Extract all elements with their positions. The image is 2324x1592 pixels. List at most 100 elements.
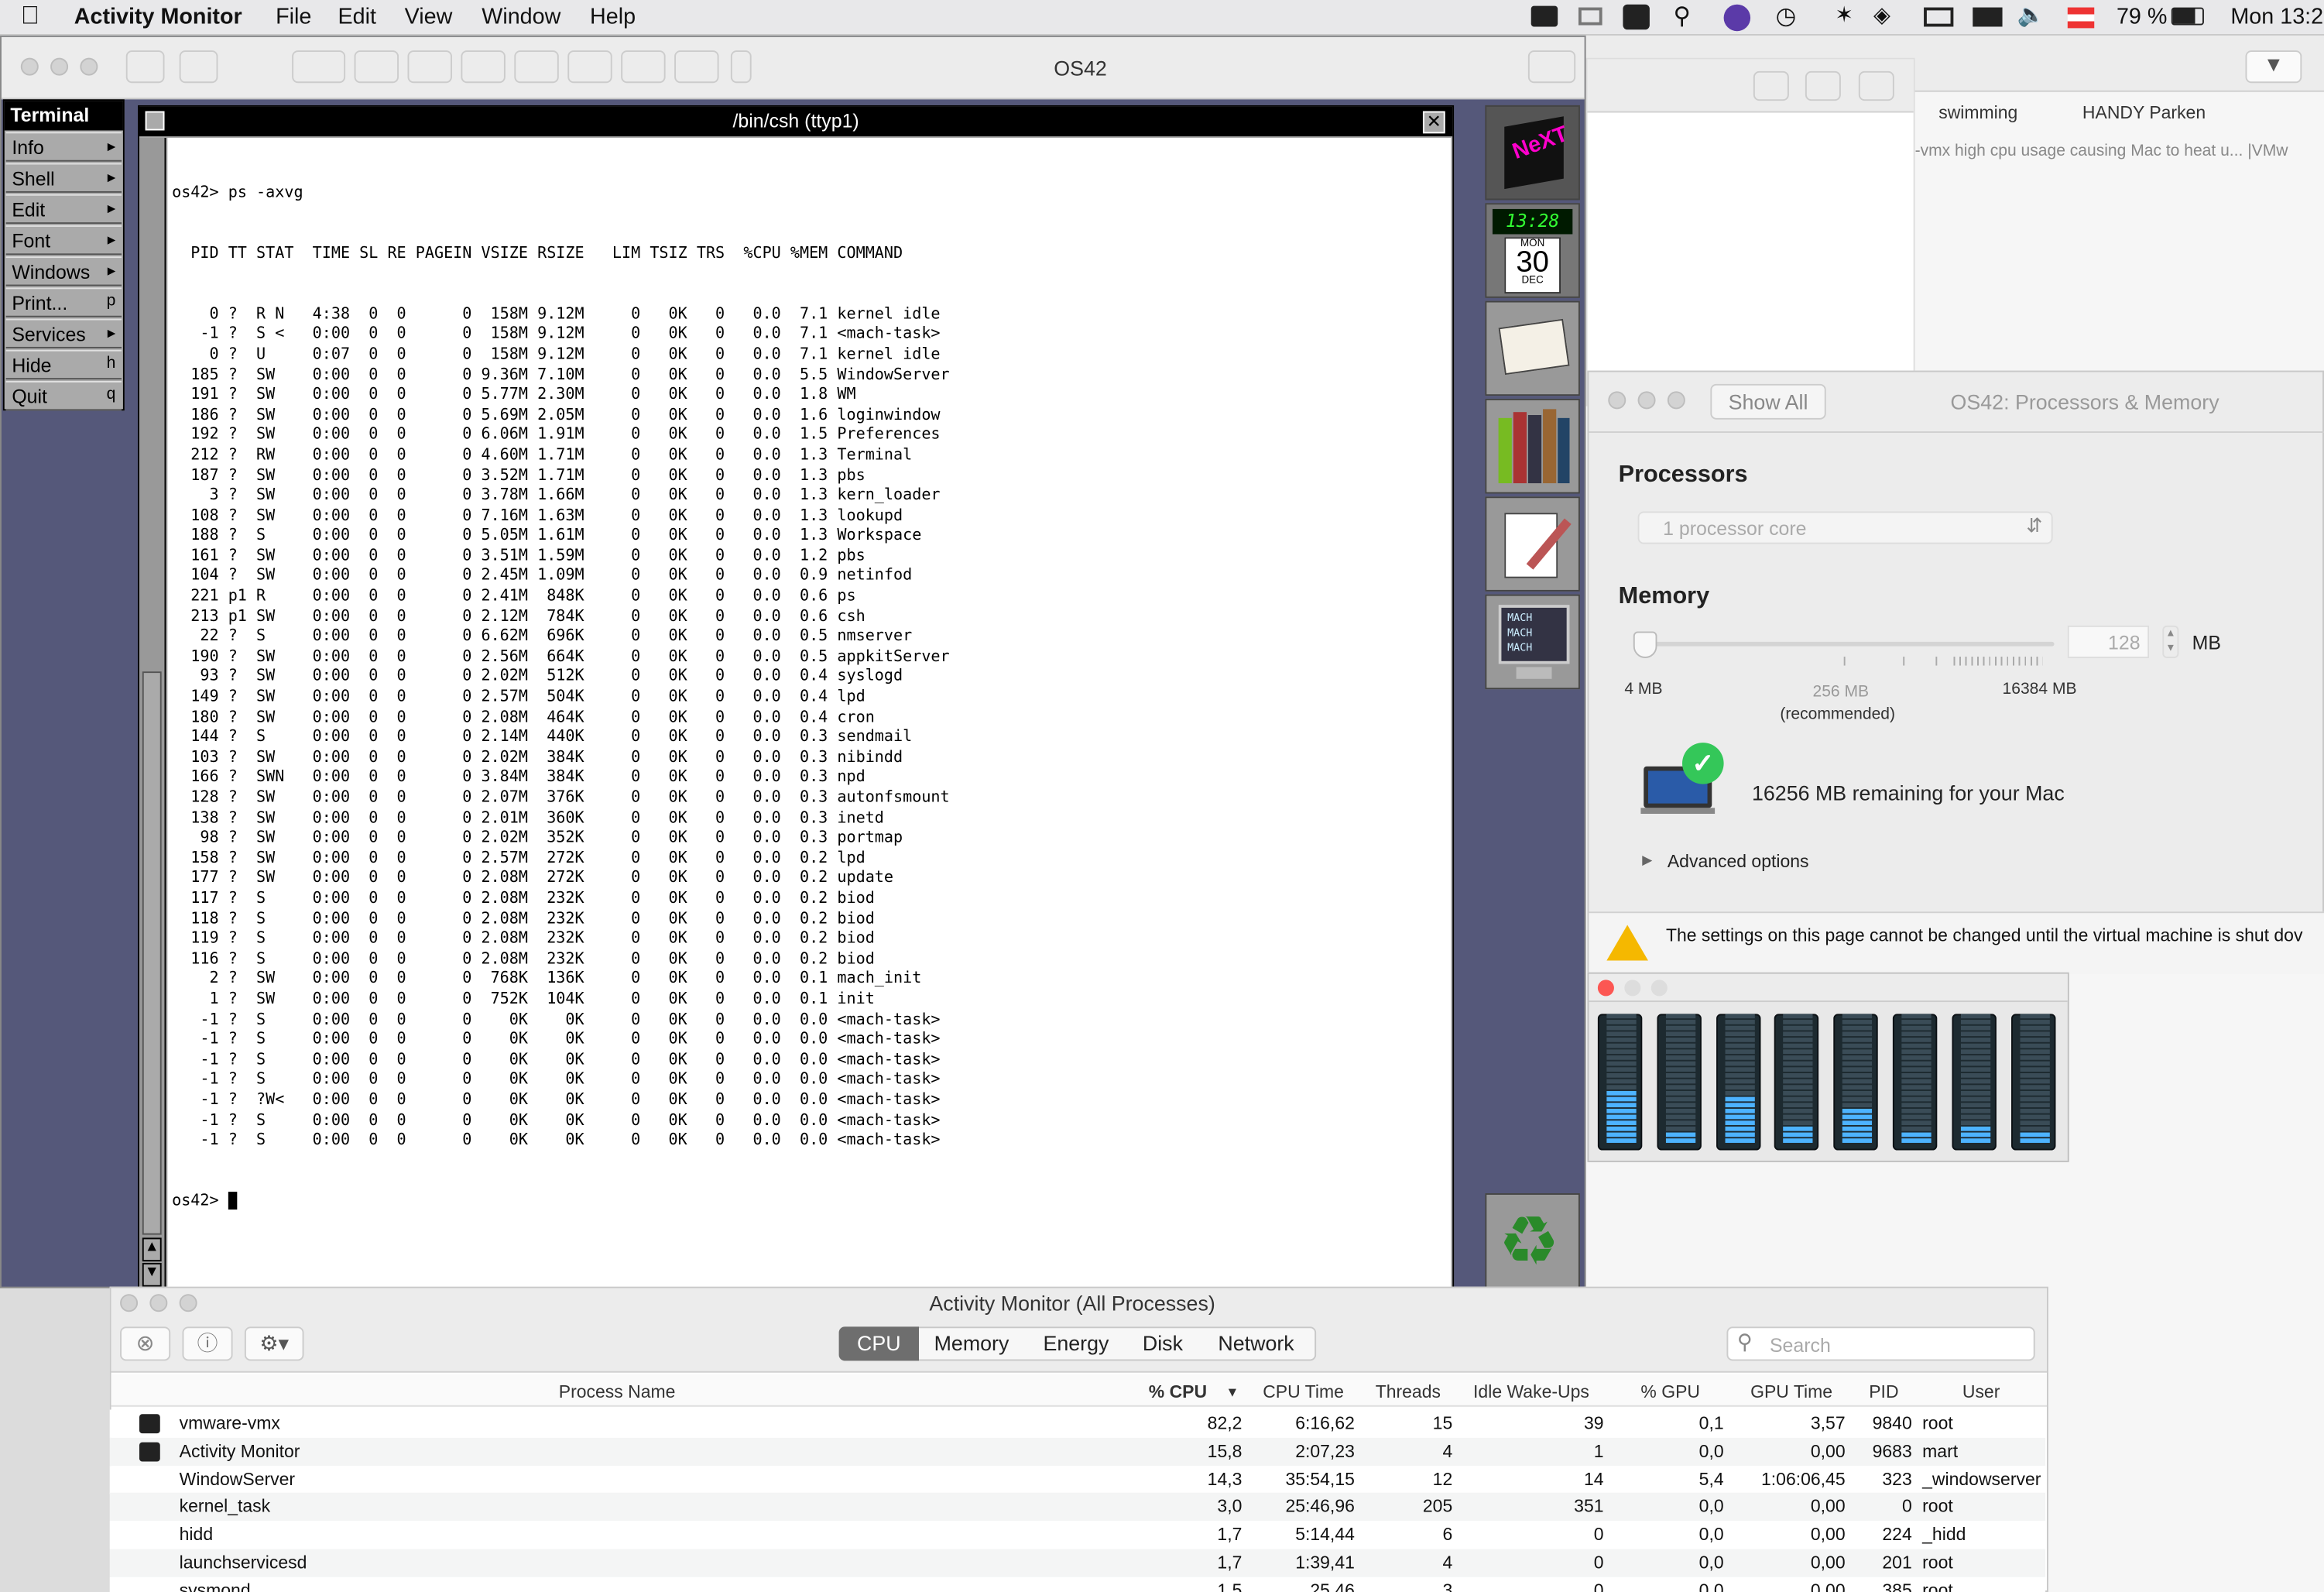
info-icon[interactable]: ⓘ bbox=[182, 1326, 233, 1361]
snapshot-icon[interactable] bbox=[179, 50, 218, 84]
librarian-books-icon[interactable] bbox=[1485, 398, 1580, 494]
wifi-icon[interactable]: ◈ bbox=[1873, 2, 1890, 29]
terminal-output[interactable]: os42> ps -axvg PID TT STAT TIME SL RE PA… bbox=[167, 138, 1452, 1295]
input-source-flag-icon[interactable] bbox=[2067, 7, 2095, 29]
col-gpu[interactable]: % GPU bbox=[1640, 1381, 1700, 1402]
col-idle-wakeups[interactable]: Idle Wake-Ups bbox=[1473, 1381, 1589, 1402]
wrench-icon[interactable] bbox=[292, 50, 346, 84]
table-row[interactable]: WindowServer 14,3 35:54,15 12 14 5,4 1:06:06,4… bbox=[109, 1465, 2046, 1494]
search-field[interactable]: ⚲ Search bbox=[1726, 1326, 2035, 1361]
floppy-icon[interactable] bbox=[621, 50, 666, 84]
menu-item-info[interactable]: Info ▸ bbox=[5, 132, 122, 162]
col-user[interactable]: User bbox=[1962, 1381, 2000, 1402]
shield-icon[interactable] bbox=[1623, 4, 1650, 30]
mail-icon[interactable] bbox=[1485, 300, 1580, 396]
zoom-button[interactable] bbox=[1667, 391, 1685, 410]
apple-icon[interactable]:  bbox=[21, 2, 39, 31]
show-all-button[interactable]: Show All bbox=[1710, 383, 1826, 420]
tab-energy[interactable]: Energy bbox=[1024, 1326, 1128, 1360]
clock[interactable]: Mon 13:2 bbox=[2230, 5, 2323, 30]
memory-icon[interactable] bbox=[1973, 7, 2003, 27]
memory-slider-knob[interactable] bbox=[1633, 631, 1657, 658]
zoom-button[interactable] bbox=[179, 1294, 197, 1312]
processor-select[interactable]: 1 processor core ⇵ bbox=[1637, 511, 2053, 544]
memory-input[interactable]: 128 bbox=[2067, 625, 2150, 658]
menu-item-font[interactable]: Font ▸ bbox=[5, 225, 122, 256]
col-cpu-time[interactable]: CPU Time bbox=[1263, 1381, 1344, 1402]
siri-icon[interactable] bbox=[1723, 4, 1751, 32]
menu-item-windows[interactable]: Windows ▸ bbox=[5, 256, 122, 286]
menu-item-services[interactable]: Services ▸ bbox=[5, 318, 122, 348]
browser-tab-handy[interactable]: HANDY Parken bbox=[2082, 102, 2206, 123]
battery-percent[interactable]: 79 % bbox=[2117, 5, 2167, 30]
menu-window[interactable]: Window bbox=[482, 5, 560, 30]
table-row[interactable]: hidd 1,7 5:14,44 6 0 0,0 0,00 224 _hidd bbox=[109, 1521, 2046, 1549]
table-row[interactable]: Activity Monitor 15,8 2:07,23 4 1 0,0 0,00 9683… bbox=[109, 1437, 2046, 1466]
menu-item-shell[interactable]: Shell ▸ bbox=[5, 163, 122, 193]
code-icon[interactable] bbox=[354, 50, 399, 84]
clock-app-icon[interactable]: 13:28 MON 30 DEC bbox=[1485, 203, 1580, 298]
recycler-icon[interactable]: ♻ bbox=[1485, 1193, 1580, 1288]
usb-icon[interactable] bbox=[567, 50, 612, 84]
col-pid[interactable]: PID bbox=[1869, 1381, 1898, 1402]
menu-app-name[interactable]: Activity Monitor bbox=[74, 5, 242, 30]
close-button[interactable] bbox=[120, 1294, 139, 1312]
terminal-app-icon[interactable]: MACH MACH MACH bbox=[1485, 594, 1580, 690]
tab-disk[interactable]: Disk bbox=[1129, 1326, 1196, 1360]
menu-edit[interactable]: Edit bbox=[338, 5, 377, 30]
minimize-button[interactable] bbox=[1624, 980, 1641, 997]
pause-icon[interactable] bbox=[125, 50, 165, 84]
airplay-icon[interactable] bbox=[1924, 7, 1954, 27]
minimize-button[interactable] bbox=[149, 1294, 168, 1312]
col-gpu-time[interactable]: GPU Time bbox=[1750, 1381, 1832, 1402]
col-cpu[interactable]: % CPU bbox=[1149, 1381, 1207, 1402]
next-cube-icon[interactable]: NeXT bbox=[1485, 105, 1580, 201]
miniaturize-button[interactable] bbox=[145, 111, 165, 131]
wrench-icon[interactable] bbox=[1858, 70, 1894, 101]
search-icon[interactable]: ⚲ bbox=[1674, 2, 1691, 31]
edit-pen-icon[interactable] bbox=[1485, 496, 1580, 592]
scroll-knob[interactable] bbox=[142, 671, 162, 1235]
activity-monitor-status-icon[interactable] bbox=[1530, 5, 1558, 27]
table-row[interactable]: kernel_task 3,0 25:46,96 205 351 0,0 0,00 0 root bbox=[109, 1493, 2046, 1522]
close-button[interactable] bbox=[1597, 980, 1614, 997]
minimize-button[interactable] bbox=[1637, 391, 1656, 410]
shared-folder-icon[interactable] bbox=[674, 50, 719, 84]
scroll-down-icon[interactable]: ▼ bbox=[142, 1263, 162, 1287]
browser-tab-swimming[interactable]: swimming bbox=[1938, 102, 2017, 123]
menu-help[interactable]: Help bbox=[590, 5, 636, 30]
audio-icon[interactable] bbox=[514, 50, 559, 84]
drive-icon[interactable] bbox=[407, 50, 452, 84]
menu-view[interactable]: View bbox=[405, 5, 453, 30]
time-machine-icon[interactable]: ◷ bbox=[1776, 2, 1797, 31]
cpu-history-icon[interactable] bbox=[1578, 7, 1602, 26]
table-row[interactable]: sysmond 1,5 25,46 3 0 0,0 0,00 385 root bbox=[109, 1577, 2046, 1592]
gear-icon[interactable]: ⚙▾ bbox=[244, 1326, 304, 1361]
camera-icon[interactable] bbox=[461, 50, 506, 84]
col-process-name[interactable]: Process Name bbox=[559, 1381, 676, 1402]
menu-item-quit[interactable]: Quit q bbox=[5, 380, 122, 411]
zoom-button[interactable] bbox=[80, 57, 98, 76]
chevron-left-icon[interactable] bbox=[730, 50, 752, 84]
close-button[interactable] bbox=[20, 57, 39, 76]
minimize-button[interactable] bbox=[50, 57, 69, 76]
menu-item-hide[interactable]: Hide h bbox=[5, 349, 122, 380]
menu-item-print[interactable]: Print... p bbox=[5, 287, 122, 317]
tab-cpu[interactable]: CPU bbox=[838, 1326, 920, 1361]
table-row[interactable]: launchservicesd 1,7 1:39,41 4 0 0,0 0,00 201 roo… bbox=[109, 1549, 2046, 1577]
terminal-scrollbar[interactable]: ▲ ▼ bbox=[139, 138, 166, 1295]
fullscreen-icon[interactable] bbox=[1527, 50, 1576, 84]
volume-icon[interactable]: 🔈 bbox=[2017, 2, 2045, 29]
zoom-button[interactable] bbox=[1650, 980, 1668, 997]
disclosure-triangle-icon[interactable]: ▶ bbox=[1642, 853, 1652, 869]
scroll-up-icon[interactable]: ▲ bbox=[142, 1237, 162, 1262]
advanced-options[interactable]: Advanced options bbox=[1668, 851, 1809, 872]
battery-icon[interactable] bbox=[2171, 7, 2204, 26]
memory-stepper[interactable]: ▲ ▼ bbox=[2162, 625, 2179, 658]
close-button[interactable] bbox=[1608, 391, 1626, 410]
sidebar-toggle-icon[interactable] bbox=[1753, 70, 1789, 101]
close-icon[interactable]: ✕ bbox=[1422, 111, 1445, 134]
memory-slider-track[interactable] bbox=[1636, 641, 2055, 647]
stop-process-icon[interactable]: ⊗ bbox=[120, 1326, 171, 1361]
table-row[interactable]: vmware-vmx 82,2 6:16,62 15 39 0,1 3,57 9840 root bbox=[109, 1409, 2046, 1438]
